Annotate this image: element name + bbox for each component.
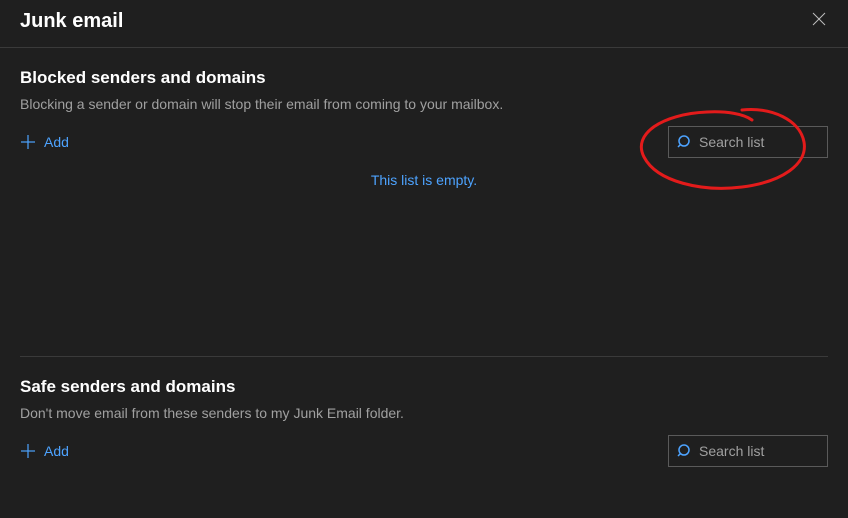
add-label: Add [44,443,69,459]
safe-search-box[interactable] [668,435,828,467]
search-icon [677,443,693,459]
search-icon [677,134,693,150]
blocked-description: Blocking a sender or domain will stop th… [20,96,828,112]
blocked-controls: Add [20,126,828,158]
close-button[interactable] [810,13,828,31]
page-title: Junk email [20,10,123,33]
safe-heading: Safe senders and domains [20,377,828,397]
plus-icon [20,134,36,150]
blocked-heading: Blocked senders and domains [20,68,828,88]
close-icon [812,12,826,31]
blocked-empty-message: This list is empty. [20,172,828,188]
safe-description: Don't move email from these senders to m… [20,405,828,421]
plus-icon [20,443,36,459]
safe-senders-section: Safe senders and domains Don't move emai… [20,357,828,467]
blocked-add-button[interactable]: Add [20,134,69,150]
content: Blocked senders and domains Blocking a s… [0,48,848,467]
blocked-search-box[interactable] [668,126,828,158]
header: Junk email [0,0,848,48]
blocked-senders-section: Blocked senders and domains Blocking a s… [20,68,828,188]
spacer [20,188,828,356]
safe-search-input[interactable] [699,443,819,459]
blocked-search-input[interactable] [699,134,819,150]
safe-add-button[interactable]: Add [20,443,69,459]
add-label: Add [44,134,69,150]
safe-controls: Add [20,435,828,467]
